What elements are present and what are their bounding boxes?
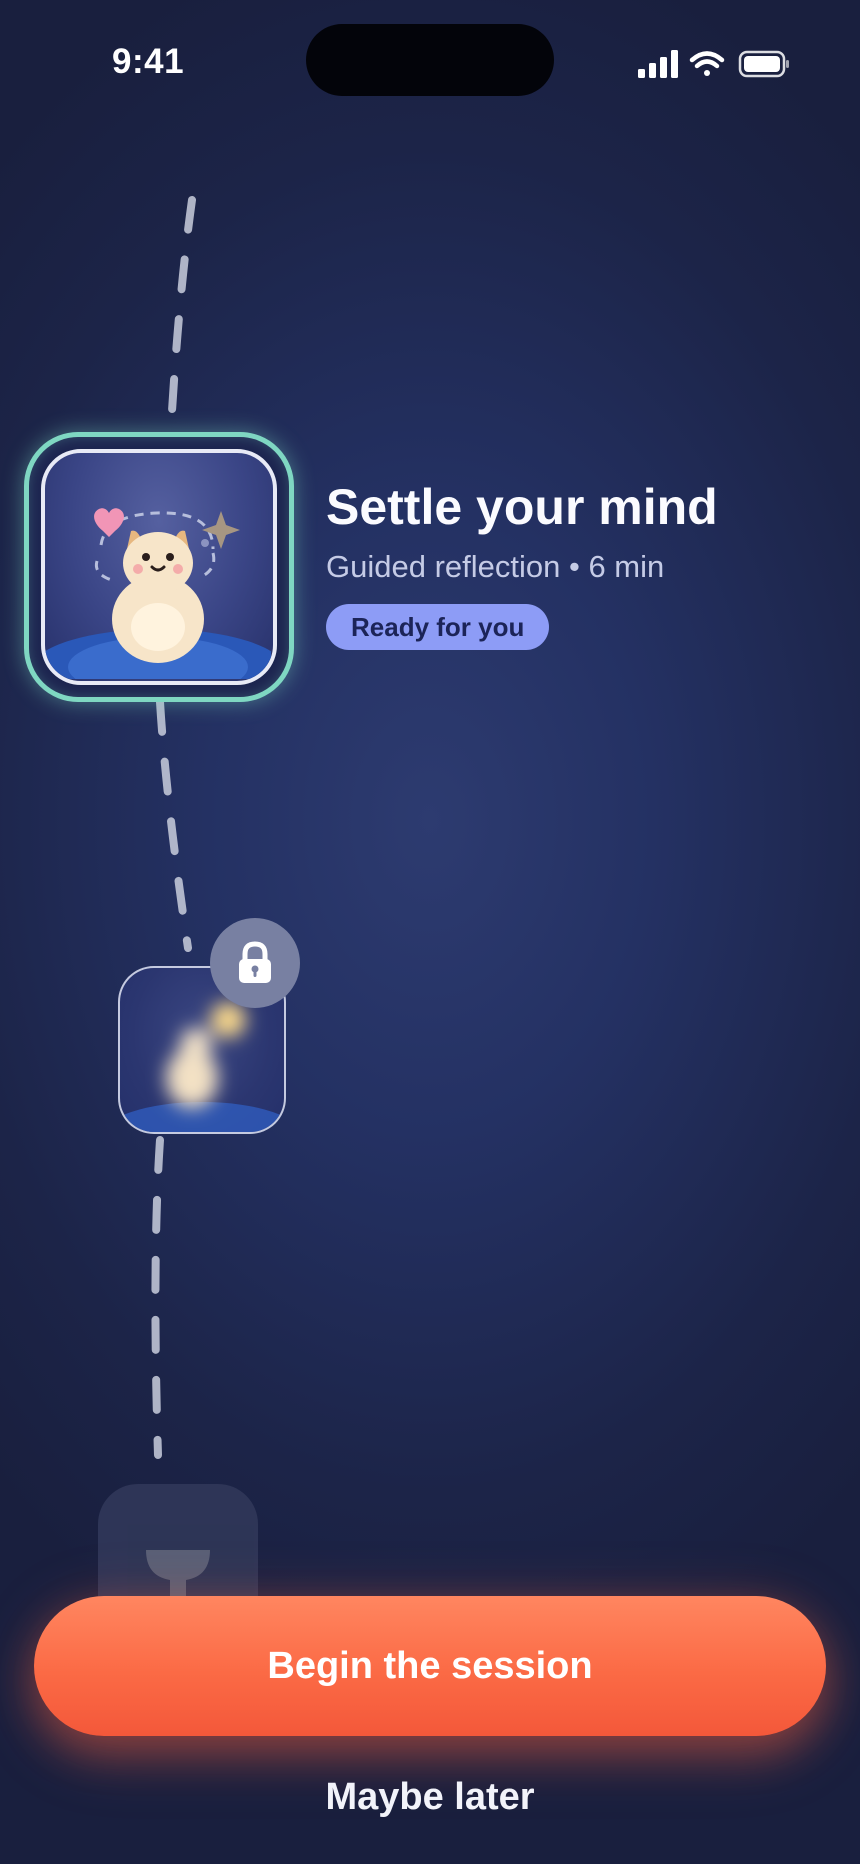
current-session-node[interactable] bbox=[24, 432, 294, 702]
lock-icon bbox=[239, 941, 271, 983]
maybe-later-link[interactable]: Maybe later bbox=[0, 1776, 860, 1819]
session-artwork bbox=[41, 449, 277, 685]
bear-illustration bbox=[45, 508, 273, 681]
lock-badge bbox=[210, 918, 300, 1008]
begin-session-button[interactable]: Begin the session bbox=[34, 1596, 826, 1736]
session-title: Settle your mind bbox=[326, 479, 718, 535]
session-subtitle: Guided reflection • 6 min bbox=[326, 549, 665, 584]
ready-badge: Ready for you bbox=[326, 604, 550, 650]
heart-icon bbox=[94, 508, 124, 537]
